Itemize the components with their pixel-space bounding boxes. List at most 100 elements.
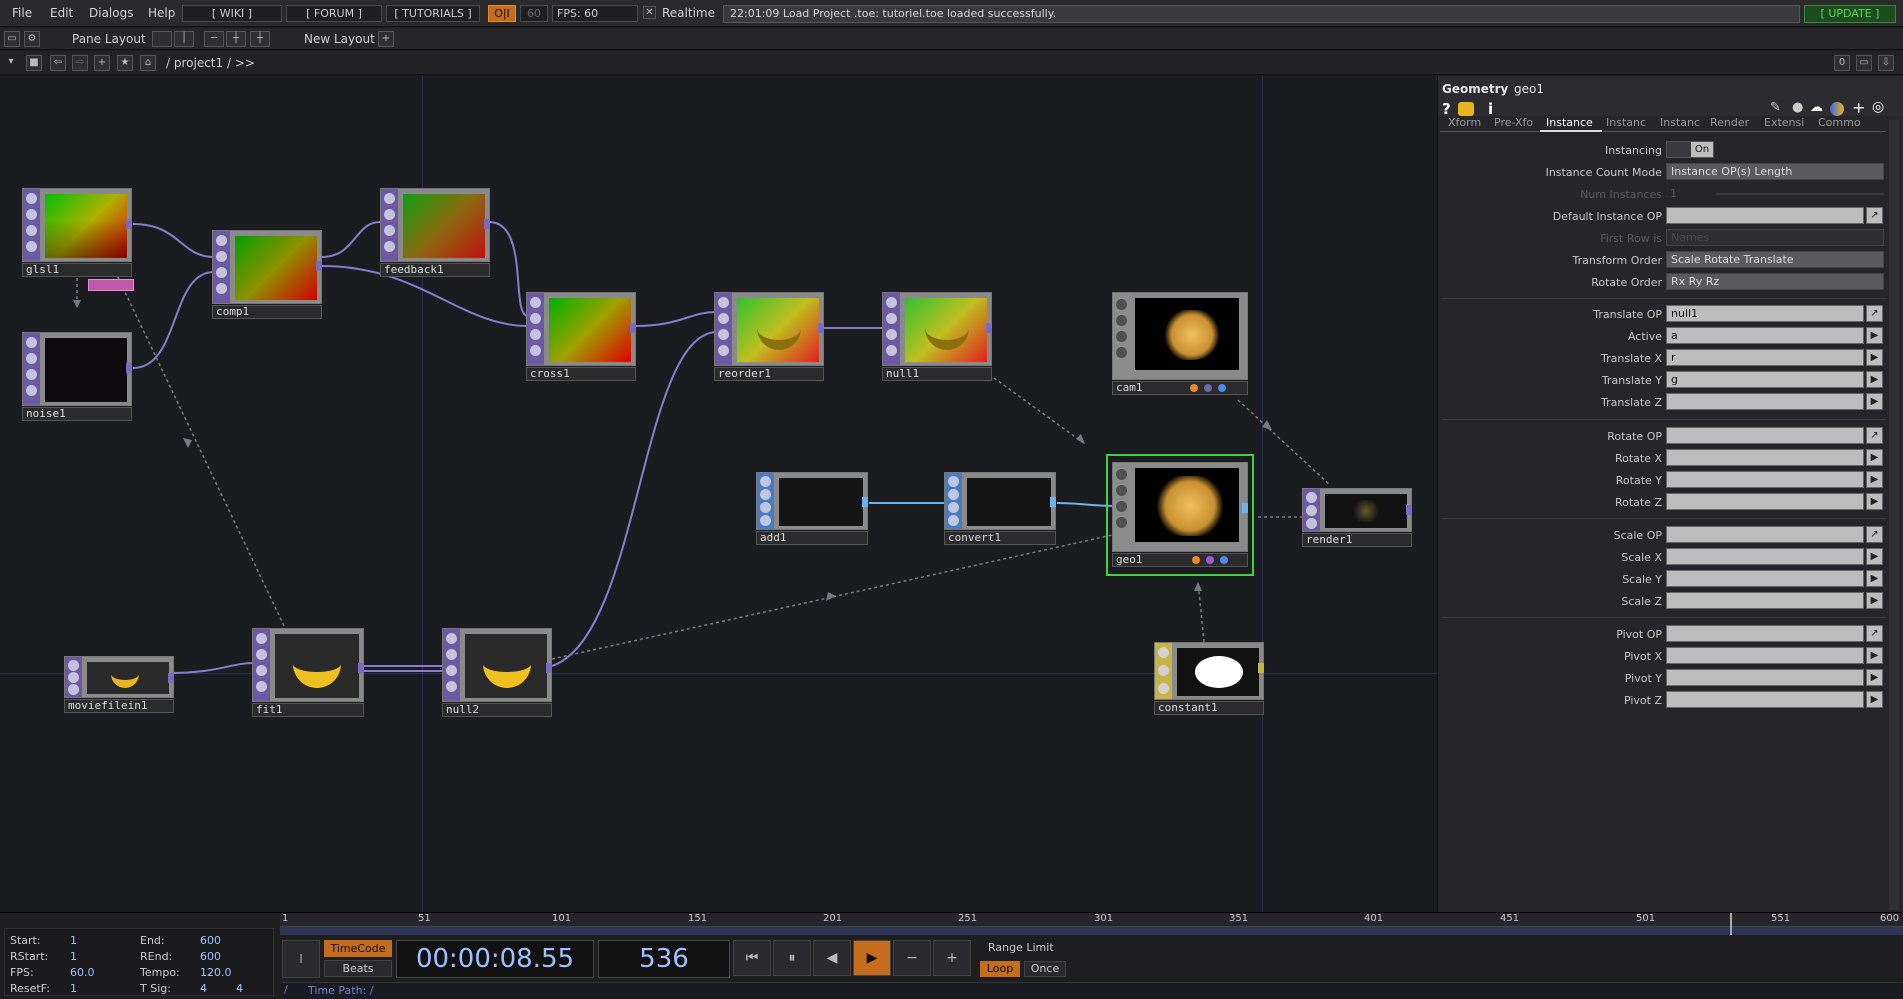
- translate-y-field[interactable]: g: [1666, 371, 1864, 388]
- output-port[interactable]: [1050, 497, 1056, 507]
- tsig-numerator[interactable]: 4: [200, 982, 207, 995]
- tab-common[interactable]: Commo: [1818, 116, 1861, 129]
- node-label[interactable]: add1: [756, 531, 868, 545]
- layout-three-icon[interactable]: ┼: [226, 31, 246, 47]
- rotate-x-field[interactable]: [1666, 449, 1864, 466]
- output-port[interactable]: [126, 363, 132, 373]
- first-row-menu[interactable]: Names: [1666, 229, 1884, 246]
- tab-extensions[interactable]: Extensi: [1764, 116, 1804, 129]
- tab-instance2[interactable]: Instanc: [1606, 116, 1646, 129]
- perform-toggle[interactable]: O|I: [488, 5, 516, 22]
- add-layout-icon[interactable]: +: [378, 31, 394, 47]
- op-picker-icon[interactable]: ↗: [1866, 526, 1883, 543]
- template-flag[interactable]: [1220, 556, 1228, 564]
- tutorials-button[interactable]: [ TUTORIALS ]: [386, 5, 480, 22]
- display-icon[interactable]: [446, 681, 457, 692]
- info-icon[interactable]: i: [1488, 100, 1493, 118]
- end-value[interactable]: 600: [200, 934, 221, 947]
- viewer-icon[interactable]: [886, 297, 897, 308]
- output-port[interactable]: [168, 673, 174, 683]
- beats-button[interactable]: Beats: [324, 960, 392, 977]
- viewer-icon[interactable]: [760, 476, 771, 487]
- play-reverse-icon[interactable]: ◀: [813, 940, 851, 976]
- bypass-icon[interactable]: [68, 684, 79, 695]
- expand-arrow-icon[interactable]: ▶: [1866, 349, 1883, 366]
- bypass-icon[interactable]: [886, 329, 897, 340]
- expand-arrow-icon[interactable]: ▶: [1866, 471, 1883, 488]
- num-instances-slider[interactable]: [1716, 193, 1884, 195]
- bypass-icon[interactable]: [1116, 501, 1127, 512]
- bypass-icon[interactable]: [384, 225, 395, 236]
- realtime-checkbox[interactable]: ✕: [643, 6, 656, 19]
- tab-instance[interactable]: Instance: [1546, 116, 1593, 129]
- back-icon[interactable]: ⇦: [50, 55, 66, 71]
- bypass-icon[interactable]: [446, 665, 457, 676]
- display-icon[interactable]: [760, 515, 771, 526]
- lock-icon[interactable]: [384, 209, 395, 220]
- viewer-icon[interactable]: [948, 476, 959, 487]
- tempo-value[interactable]: 120.0: [200, 966, 232, 979]
- bypass-icon[interactable]: [26, 225, 37, 236]
- bypass-icon[interactable]: [216, 267, 227, 278]
- expand-arrow-icon[interactable]: ▶: [1866, 327, 1883, 344]
- expand-arrow-icon[interactable]: ▶: [1866, 393, 1883, 410]
- output-port[interactable]: [630, 323, 636, 333]
- timeline-toggle[interactable]: I: [282, 940, 320, 978]
- display-icon[interactable]: [530, 345, 541, 356]
- loop-button[interactable]: Loop: [980, 961, 1020, 977]
- node-label[interactable]: glsl1: [22, 263, 132, 277]
- step-forward-icon[interactable]: +: [933, 940, 971, 976]
- node-label[interactable]: moviefilein1: [64, 699, 174, 713]
- lock-icon[interactable]: [26, 209, 37, 220]
- active-field[interactable]: a: [1666, 327, 1864, 344]
- home-icon[interactable]: ⌂: [140, 55, 156, 71]
- lock-icon[interactable]: [68, 672, 79, 683]
- scale-x-field[interactable]: [1666, 548, 1864, 565]
- scale-y-field[interactable]: [1666, 570, 1864, 587]
- menu-edit[interactable]: Edit: [50, 6, 73, 20]
- node-label[interactable]: cam1: [1112, 381, 1248, 395]
- node-label[interactable]: noise1: [22, 407, 132, 421]
- layout-hsplit-icon[interactable]: ─: [204, 31, 224, 47]
- time-path[interactable]: Time Path: /: [308, 984, 374, 997]
- display-icon[interactable]: [886, 345, 897, 356]
- tsig-denominator[interactable]: 4: [236, 982, 243, 995]
- viewer-icon[interactable]: [718, 297, 729, 308]
- output-port[interactable]: [986, 323, 992, 333]
- render-flag[interactable]: [1190, 384, 1198, 392]
- bypass-icon[interactable]: [26, 369, 37, 380]
- network-editor[interactable]: glsl1 noise1 comp1 feedback1 cross1 reor…: [0, 76, 1437, 912]
- rotate-order-menu[interactable]: Rx Ry Rz: [1666, 273, 1884, 290]
- default-op-field[interactable]: [1666, 207, 1864, 224]
- menu-file[interactable]: File: [12, 6, 32, 20]
- output-port[interactable]: [484, 219, 490, 229]
- viewer-icon[interactable]: [1116, 299, 1127, 310]
- wiki-button[interactable]: [ WIKI ]: [182, 5, 282, 22]
- lock-icon[interactable]: [216, 251, 227, 262]
- bypass-icon[interactable]: [256, 665, 267, 676]
- display-icon[interactable]: [948, 515, 959, 526]
- display-icon[interactable]: [26, 241, 37, 252]
- render-flag[interactable]: [1192, 556, 1200, 564]
- python-help-icon[interactable]: [1458, 102, 1474, 116]
- zero-button[interactable]: 0: [1834, 55, 1850, 71]
- expand-arrow-icon[interactable]: ▶: [1866, 570, 1883, 587]
- op-picker-icon[interactable]: ↗: [1866, 207, 1883, 224]
- target-icon[interactable]: ◎: [1872, 99, 1884, 115]
- output-port[interactable]: [126, 219, 132, 229]
- op-name[interactable]: geo1: [1514, 82, 1544, 96]
- expand-arrow-icon[interactable]: ▶: [1866, 592, 1883, 609]
- expand-arrow-icon[interactable]: ▶: [1866, 669, 1883, 686]
- display-icon[interactable]: [256, 681, 267, 692]
- display-flag[interactable]: [1204, 384, 1212, 392]
- node-label[interactable]: convert1: [944, 531, 1056, 545]
- tab-pre-xform[interactable]: Pre-Xfo: [1494, 116, 1533, 129]
- timecode-display[interactable]: 00:00:08.55: [396, 940, 594, 978]
- display-icon[interactable]: [1116, 517, 1127, 528]
- add-icon[interactable]: +: [94, 55, 110, 71]
- output-port[interactable]: [1406, 505, 1412, 515]
- rend-value[interactable]: 600: [200, 950, 221, 963]
- start-value[interactable]: 1: [70, 934, 77, 947]
- rewind-icon[interactable]: ⏮: [733, 940, 771, 976]
- viewer-icon[interactable]: [1306, 492, 1317, 503]
